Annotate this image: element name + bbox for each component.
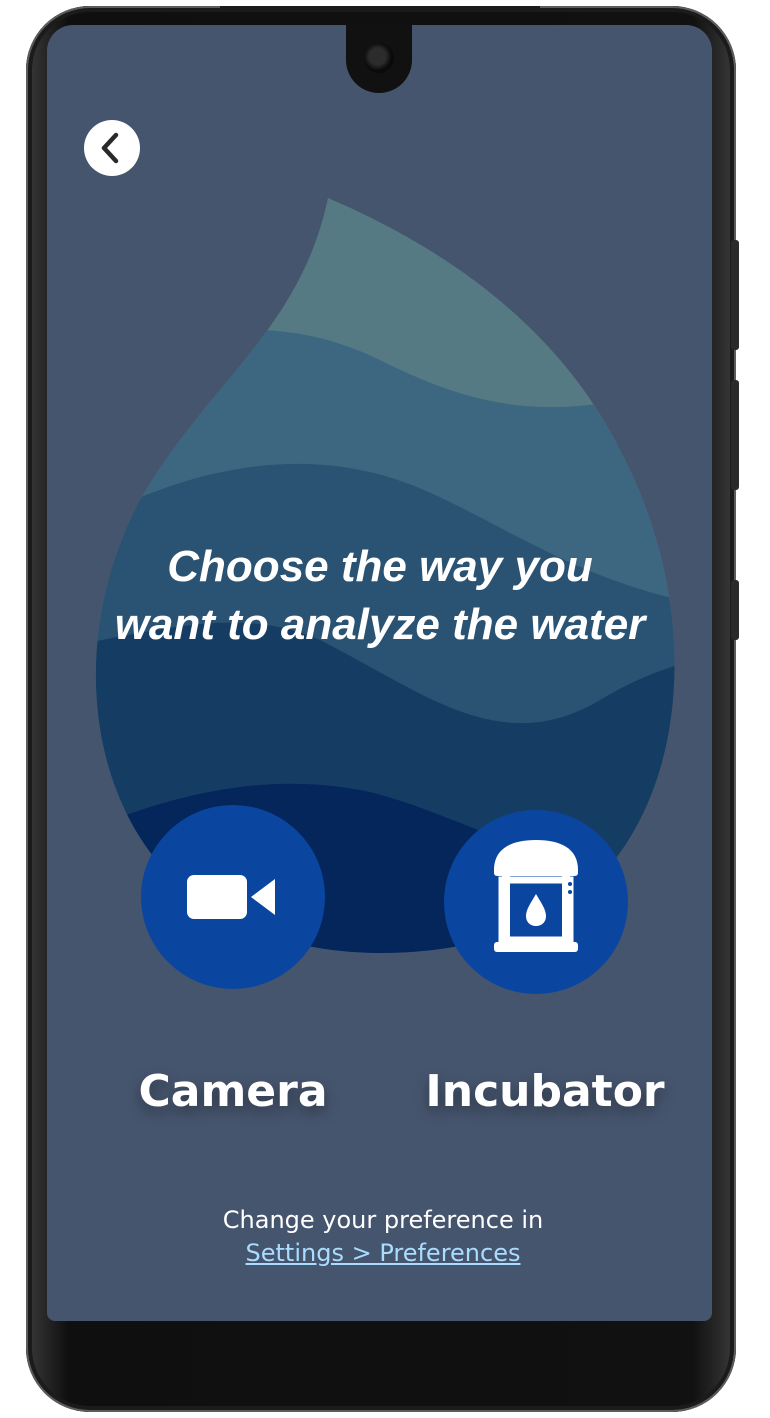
camera-option-label[interactable]: Camera (120, 1066, 346, 1117)
front-camera-notch (346, 25, 412, 93)
page-title-line-2: want to analyze the water (114, 600, 646, 649)
video-camera-icon (187, 875, 275, 919)
phone-chin (47, 1321, 712, 1391)
page-title: Choose the way you want to analyze the w… (60, 538, 700, 654)
incubator-option-button[interactable] (444, 810, 628, 994)
settings-preferences-link[interactable]: Settings > Preferences (150, 1237, 616, 1270)
chevron-left-icon (101, 132, 119, 164)
incubator-icon (494, 840, 578, 952)
preference-hint: Change your preference in Settings > Pre… (150, 1204, 616, 1270)
page-title-line-1: Choose the way you (167, 542, 593, 591)
preference-hint-text: Change your preference in (222, 1206, 544, 1234)
camera-option-button[interactable] (141, 805, 325, 989)
back-button[interactable] (84, 120, 140, 176)
incubator-option-label[interactable]: Incubator (420, 1066, 670, 1117)
front-camera-lens (364, 43, 394, 73)
